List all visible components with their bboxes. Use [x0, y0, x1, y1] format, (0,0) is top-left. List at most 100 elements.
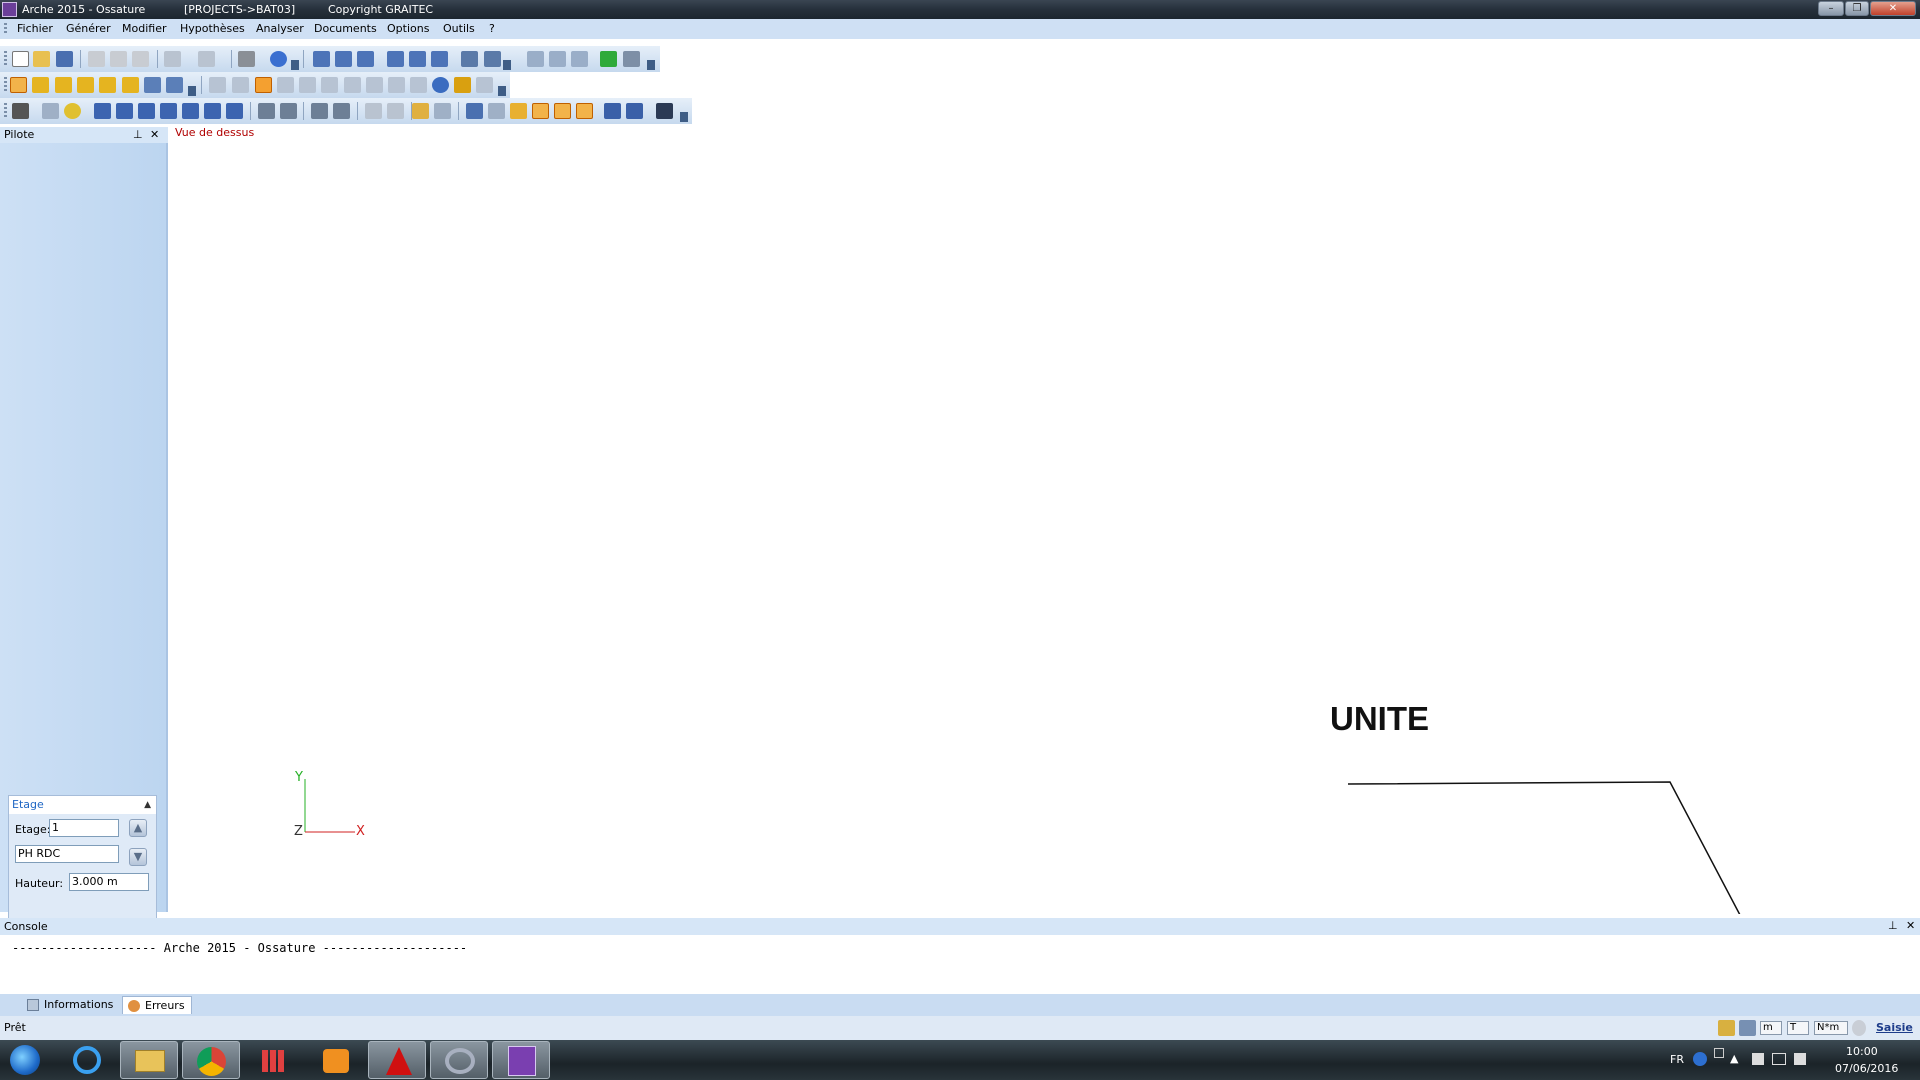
snap-tangent-icon[interactable]: [410, 77, 427, 93]
length-unit-select[interactable]: m: [1760, 1021, 1782, 1035]
redo-icon[interactable]: [198, 51, 215, 67]
open-folder-icon[interactable]: [33, 51, 50, 67]
menu-grip[interactable]: [4, 23, 7, 35]
toolbar-overflow-icon[interactable]: [647, 60, 655, 70]
load-beam-icon[interactable]: [182, 103, 199, 119]
section-icon[interactable]: [488, 103, 505, 119]
save-icon[interactable]: [56, 51, 73, 67]
menu-modifier[interactable]: Modifier: [120, 19, 168, 39]
load-slab-icon[interactable]: [204, 103, 221, 119]
print-icon[interactable]: [238, 51, 255, 67]
arche-app-icon[interactable]: [2, 2, 17, 17]
help-icon[interactable]: [270, 51, 287, 67]
zoom-extents-icon[interactable]: [549, 51, 566, 67]
opening-icon[interactable]: [144, 77, 161, 93]
etage-number-field[interactable]: 1: [49, 819, 119, 837]
line-icon[interactable]: [42, 103, 59, 119]
plan-icon[interactable]: [626, 103, 643, 119]
down-arrow-icon[interactable]: [311, 103, 328, 119]
view-back-icon[interactable]: [431, 51, 448, 67]
show-hidden-icon[interactable]: ▲: [1730, 1052, 1738, 1065]
moment-unit-select[interactable]: N*m: [1814, 1021, 1848, 1035]
toolbar-overflow-icon[interactable]: [291, 60, 299, 70]
measure-icon[interactable]: [476, 77, 493, 93]
flag-icon[interactable]: [1752, 1053, 1764, 1065]
minimize-button[interactable]: –: [1818, 1, 1844, 16]
toolbar-grip[interactable]: [4, 103, 7, 119]
table-icon[interactable]: [532, 103, 549, 119]
new-file-icon[interactable]: [12, 51, 29, 67]
toolbar-grip[interactable]: [4, 51, 7, 67]
snap-line-icon[interactable]: [255, 77, 272, 93]
lightbulb-icon[interactable]: [1852, 1020, 1866, 1036]
load-point-icon[interactable]: [138, 103, 155, 119]
snap-end-icon[interactable]: [277, 77, 294, 93]
taskbar-explorer[interactable]: [120, 1041, 178, 1079]
render-icon[interactable]: [461, 51, 478, 67]
pencil-icon[interactable]: [1718, 1020, 1735, 1036]
beam-icon[interactable]: [77, 77, 94, 93]
help-tray-icon[interactable]: [1693, 1052, 1707, 1066]
snap-parallel-icon[interactable]: [366, 77, 383, 93]
zoom-window-icon[interactable]: [527, 51, 544, 67]
menu-generer[interactable]: Générer: [64, 19, 113, 39]
paste-icon[interactable]: [132, 51, 149, 67]
taskbar-chrome[interactable]: [182, 1041, 240, 1079]
snap-intersection-icon[interactable]: [299, 77, 316, 93]
calc-icon[interactable]: [412, 103, 429, 119]
undo-icon[interactable]: [164, 51, 181, 67]
regenerate-icon[interactable]: [623, 51, 640, 67]
stair-icon[interactable]: [166, 77, 183, 93]
menu-analyser[interactable]: Analyser: [254, 19, 306, 39]
snap-perpendicular-icon[interactable]: [344, 77, 361, 93]
start-button[interactable]: [2, 1041, 52, 1079]
mesh-icon[interactable]: [365, 103, 382, 119]
volume-muted-icon[interactable]: [1794, 1053, 1806, 1065]
wall-icon[interactable]: [32, 77, 49, 93]
verify-icon[interactable]: [656, 103, 673, 119]
close-button[interactable]: ✕: [1870, 1, 1916, 16]
view-side-icon[interactable]: [357, 51, 374, 67]
snap-point-icon[interactable]: [232, 77, 249, 93]
tab-erreurs[interactable]: Erreurs: [122, 996, 192, 1014]
snap-middle-icon[interactable]: [321, 77, 338, 93]
taskbar-media[interactable]: [306, 1041, 364, 1079]
clock-date[interactable]: 07/06/2016: [1835, 1062, 1898, 1075]
collapse-icon[interactable]: ▲: [144, 796, 151, 814]
view-front-icon[interactable]: [335, 51, 352, 67]
drawing-canvas[interactable]: Vue de dessus Y Z X UNITE: [170, 124, 1920, 914]
select-icon[interactable]: [10, 77, 27, 93]
toolbar-overflow-icon[interactable]: [188, 86, 196, 96]
export-icon[interactable]: [576, 103, 593, 119]
frame-icon[interactable]: [280, 103, 297, 119]
report-icon[interactable]: [554, 103, 571, 119]
menu-outils[interactable]: Outils: [441, 19, 477, 39]
load-linear-icon[interactable]: [94, 103, 111, 119]
pin-icon[interactable]: ⊥: [133, 128, 143, 142]
drawing-icon[interactable]: [604, 103, 621, 119]
taskbar-arche[interactable]: [492, 1041, 550, 1079]
taskbar-autocad[interactable]: [368, 1041, 426, 1079]
level-name-field[interactable]: PH RDC: [15, 845, 119, 863]
results-icon[interactable]: [434, 103, 451, 119]
console-pin-icon[interactable]: ⊥: [1888, 919, 1898, 933]
render-settings-icon[interactable]: [484, 51, 501, 67]
load-area-icon[interactable]: [160, 103, 177, 119]
mode-indicator[interactable]: Saisie: [1876, 1016, 1913, 1040]
menu-help[interactable]: ?: [487, 19, 497, 39]
console-close-button[interactable]: ✕: [1906, 919, 1915, 933]
etage-panel-title[interactable]: Etage ▲: [9, 796, 156, 814]
building-icon[interactable]: [510, 103, 527, 119]
view-3d-icon[interactable]: [313, 51, 330, 67]
grid-icon[interactable]: [209, 77, 226, 93]
hauteur-field[interactable]: 3.000 m: [69, 873, 149, 891]
etage-up-button[interactable]: ▲: [129, 819, 147, 837]
grid-plan-icon[interactable]: [466, 103, 483, 119]
toolbar-overflow-icon[interactable]: [498, 86, 506, 96]
menu-fichier[interactable]: Fichier: [15, 19, 55, 39]
descente-icon[interactable]: [258, 103, 275, 119]
axes-icon[interactable]: [1739, 1020, 1756, 1036]
network-icon[interactable]: [1714, 1048, 1724, 1058]
pilot-close-button[interactable]: ✕: [150, 128, 159, 142]
menu-hypotheses[interactable]: Hypothèses: [178, 19, 247, 39]
